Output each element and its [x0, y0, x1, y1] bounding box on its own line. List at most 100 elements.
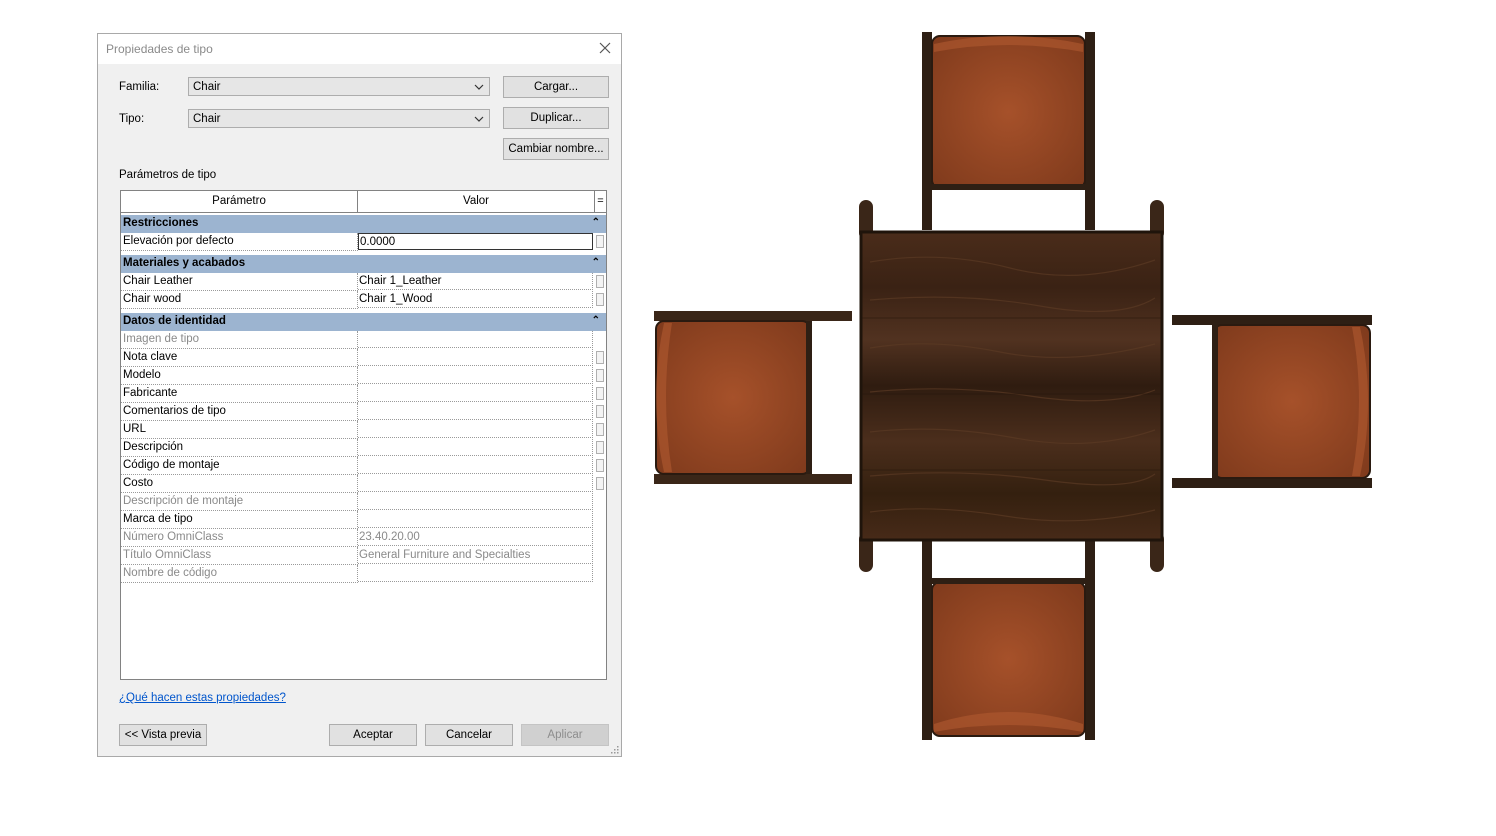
row-chair-leather[interactable]: Chair Leather Chair 1_Leather: [121, 273, 606, 291]
formula-cell: [596, 495, 604, 508]
param-name: Nombre de código: [121, 565, 358, 583]
param-value[interactable]: 23.40.20.00: [358, 529, 593, 546]
chair-top: [922, 32, 1095, 230]
collapse-icon[interactable]: ⌃: [592, 217, 600, 228]
formula-button[interactable]: [596, 235, 604, 248]
aplicar-button[interactable]: Aplicar: [521, 724, 609, 746]
formula-button[interactable]: [596, 459, 604, 472]
param-value[interactable]: [358, 475, 593, 492]
param-value[interactable]: [358, 457, 593, 474]
preview-button[interactable]: << Vista previa: [119, 724, 207, 746]
param-name: Marca de tipo: [121, 511, 358, 529]
formula-cell: [596, 333, 604, 346]
formula-button[interactable]: [596, 275, 604, 288]
chevron-down-icon: [474, 116, 484, 122]
param-value[interactable]: Chair 1_Leather: [358, 273, 593, 290]
param-value[interactable]: [358, 439, 593, 456]
resize-grip-icon[interactable]: [611, 746, 619, 754]
formula-button[interactable]: [596, 369, 604, 382]
group-identidad[interactable]: Datos de identidad ⌃: [121, 313, 606, 331]
collapse-icon[interactable]: ⌃: [592, 257, 600, 268]
group-label: Restricciones: [123, 217, 199, 229]
chevron-down-icon: [474, 84, 484, 90]
param-name: Nota clave: [121, 349, 358, 367]
familia-value: Chair: [193, 81, 221, 93]
param-value[interactable]: General Furniture and Specialties: [358, 547, 593, 564]
param-name: Elevación por defecto: [121, 233, 358, 251]
formula-button[interactable]: [596, 351, 604, 364]
familia-combo[interactable]: Chair: [188, 77, 490, 96]
column-parametro[interactable]: Parámetro: [121, 191, 358, 212]
param-name: Descripción de montaje: [121, 493, 358, 511]
param-name: Imagen de tipo: [121, 331, 358, 349]
param-value[interactable]: [358, 511, 593, 528]
row-modelo[interactable]: Modelo: [121, 367, 606, 385]
row-imagen-tipo[interactable]: Imagen de tipo: [121, 331, 606, 349]
chair-left: [654, 311, 852, 484]
formula-button[interactable]: [596, 405, 604, 418]
chair-bottom: [922, 540, 1095, 740]
param-value[interactable]: [358, 331, 593, 348]
type-properties-dialog: Propiedades de tipo Familia: Chair Carga…: [97, 33, 622, 757]
row-chair-wood[interactable]: Chair wood Chair 1_Wood: [121, 291, 606, 309]
param-value[interactable]: [358, 421, 593, 438]
grid-header: Parámetro Valor =: [121, 191, 606, 213]
row-nombre-codigo[interactable]: Nombre de código: [121, 565, 606, 583]
help-link[interactable]: ¿Qué hacen estas propiedades?: [119, 692, 286, 704]
param-value[interactable]: Chair 1_Wood: [358, 291, 593, 308]
param-value[interactable]: [358, 367, 593, 384]
group-materiales[interactable]: Materiales y acabados ⌃: [121, 255, 606, 273]
formula-button[interactable]: [596, 293, 604, 306]
cargar-button[interactable]: Cargar...: [503, 76, 609, 98]
row-codigo-montaje[interactable]: Código de montaje: [121, 457, 606, 475]
row-comentarios[interactable]: Comentarios de tipo: [121, 403, 606, 421]
param-value[interactable]: [358, 385, 593, 402]
collapse-icon[interactable]: ⌃: [592, 315, 600, 326]
formula-button[interactable]: [596, 477, 604, 490]
row-descripcion-montaje[interactable]: Descripción de montaje: [121, 493, 606, 511]
param-name: Modelo: [121, 367, 358, 385]
formula-button[interactable]: [596, 423, 604, 436]
row-titulo-omniclass[interactable]: Título OmniClass General Furniture and S…: [121, 547, 606, 565]
familia-label: Familia:: [119, 81, 160, 93]
formula-button[interactable]: [596, 387, 604, 400]
close-icon[interactable]: [597, 40, 613, 56]
tipo-label: Tipo:: [119, 113, 145, 125]
table-top: [859, 230, 1164, 542]
cambiar-nombre-button[interactable]: Cambiar nombre...: [503, 138, 609, 160]
row-elevacion[interactable]: Elevación por defecto 0.0000: [121, 233, 606, 251]
param-name: Costo: [121, 475, 358, 493]
param-name: Número OmniClass: [121, 529, 358, 547]
param-name: Chair wood: [121, 291, 358, 309]
formula-cell: [596, 513, 604, 526]
formula-cell: [596, 531, 604, 544]
param-value[interactable]: [358, 493, 593, 510]
duplicar-button[interactable]: Duplicar...: [503, 107, 609, 129]
formula-cell: [596, 567, 604, 580]
row-marca-tipo[interactable]: Marca de tipo: [121, 511, 606, 529]
param-name: URL: [121, 421, 358, 439]
aceptar-button[interactable]: Aceptar: [329, 724, 417, 746]
tipo-combo[interactable]: Chair: [188, 109, 490, 128]
column-formula[interactable]: =: [595, 191, 606, 212]
row-url[interactable]: URL: [121, 421, 606, 439]
param-name: Fabricante: [121, 385, 358, 403]
cancelar-button[interactable]: Cancelar: [425, 724, 513, 746]
type-params-label: Parámetros de tipo: [119, 169, 217, 181]
param-value[interactable]: [358, 403, 593, 420]
row-numero-omniclass[interactable]: Número OmniClass 23.40.20.00: [121, 529, 606, 547]
group-label: Datos de identidad: [123, 315, 226, 327]
param-name: Chair Leather: [121, 273, 358, 291]
param-value-input[interactable]: 0.0000: [358, 233, 593, 250]
table-chairs-preview: [654, 32, 1372, 740]
row-costo[interactable]: Costo: [121, 475, 606, 493]
column-valor[interactable]: Valor: [358, 191, 595, 212]
row-fabricante[interactable]: Fabricante: [121, 385, 606, 403]
formula-button[interactable]: [596, 441, 604, 454]
param-value[interactable]: [358, 349, 593, 366]
param-value[interactable]: [358, 565, 593, 582]
group-restricciones[interactable]: Restricciones ⌃: [121, 215, 606, 233]
row-nota-clave[interactable]: Nota clave: [121, 349, 606, 367]
row-descripcion[interactable]: Descripción: [121, 439, 606, 457]
param-name: Código de montaje: [121, 457, 358, 475]
